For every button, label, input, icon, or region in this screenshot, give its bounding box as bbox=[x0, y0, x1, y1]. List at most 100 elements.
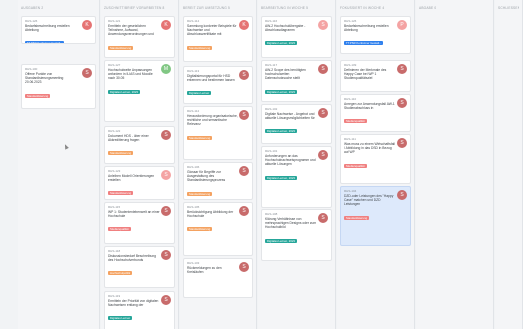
card-tag: Standardisierung bbox=[187, 45, 213, 50]
card-title: Was muss zu einem Wirtschaftsfall / Abbi… bbox=[344, 142, 395, 155]
card-icons bbox=[25, 37, 35, 41]
card-icons bbox=[265, 137, 275, 141]
avatar[interactable]: S bbox=[318, 213, 328, 223]
task-card[interactable]: RHS-109 Definieren der Merkmale des Happy… bbox=[340, 60, 411, 92]
avatar[interactable]: S bbox=[318, 20, 328, 30]
card-tag: Digitales Lernen, 2023 bbox=[108, 89, 140, 94]
task-card[interactable]: RHS-108 Klärung Verhältnisse von mehrspra… bbox=[261, 209, 332, 261]
task-card[interactable]: RHS-101 Anforderungen an das Hochschulnac… bbox=[261, 146, 332, 208]
task-card[interactable]: RHS-126 Bedarfsbeschreibung erstellen Abt… bbox=[340, 16, 411, 54]
card-tag: Digitales Lernen bbox=[187, 91, 212, 96]
task-card[interactable]: RHS-117 AW-2 Scope des benötigten hochsch… bbox=[261, 60, 332, 102]
task-card[interactable]: RHS-122 Dokument HDS - über einer Akkredi… bbox=[104, 126, 175, 164]
card-tag: Studienqualität bbox=[344, 119, 367, 124]
avatar[interactable]: S bbox=[239, 206, 249, 216]
task-card[interactable]: RHS-114 Sammlung konkreter Beispiele für … bbox=[183, 16, 253, 62]
column-header[interactable]: Fokussiert in Woche 4 bbox=[340, 3, 411, 13]
task-card[interactable]: RHS-105 Berücksichtigung Abbildung der Ho… bbox=[183, 202, 253, 256]
card-title: Herausforderung organisatorische, rechtl… bbox=[187, 114, 238, 127]
card-title: Digitale Nachweise - Angebot und aktuell… bbox=[265, 112, 315, 121]
card-title: Berücksichtigung Abbildung der Hochschul… bbox=[187, 210, 234, 219]
task-card[interactable]: RHS-115 WP 1: Studentenlebenwelt an einer… bbox=[104, 202, 175, 244]
task-card[interactable]: RHS-103 Rückmeldungen zu den Kreisläufen S bbox=[183, 258, 253, 298]
avatar[interactable]: S bbox=[239, 262, 249, 272]
task-card[interactable]: RHS-106 Glossar für Begriffe zur Ausgesta… bbox=[183, 162, 253, 200]
card-icons bbox=[108, 193, 118, 197]
column: Zuschnitt/Brief Vorarbeiten 8 RHS-121 Ermi… bbox=[101, 0, 179, 329]
avatar[interactable]: K bbox=[82, 20, 92, 30]
avatar[interactable]: S bbox=[318, 150, 328, 160]
avatar[interactable]: S bbox=[397, 64, 407, 74]
task-card[interactable]: RHS-111 Was muss zu einem Wirtschaftsfall… bbox=[340, 134, 411, 184]
card-icons bbox=[108, 281, 118, 285]
avatar[interactable]: S bbox=[161, 206, 171, 216]
task-card[interactable]: RHS-127 Hochschulweite Anpassungen anford… bbox=[104, 60, 175, 122]
card-title: Bedarfsbeschreibung erstellen Abteilung bbox=[344, 24, 389, 33]
avatar[interactable]: K bbox=[161, 20, 171, 30]
column: Bereit zur Umsetzung 5 RHS-114 Sammlung ko… bbox=[180, 0, 257, 329]
card-tag: Hochschulpolitik bbox=[108, 271, 133, 276]
card-icons bbox=[344, 47, 354, 51]
card-title: Bedarfsbeschreibung erstellen Abteilung bbox=[25, 24, 70, 33]
card-tag: Standardisierung bbox=[108, 45, 134, 50]
card-icons bbox=[344, 239, 354, 243]
column: Bearbeitung in Woche 5 RHS-116 AW-2 Hochsc… bbox=[258, 0, 336, 329]
card-icons bbox=[344, 85, 354, 89]
card-title: Glossar für Begriffe zur Ausgestaltung d… bbox=[187, 170, 226, 183]
task-card[interactable]: RHS-110 Anregen zur Anwendungsfall AW-1 S… bbox=[340, 94, 411, 132]
avatar[interactable]: S bbox=[82, 68, 92, 78]
avatar[interactable]: S bbox=[161, 250, 171, 260]
column-header[interactable]: Abgabe 0 bbox=[419, 3, 490, 13]
task-card[interactable]: RHS-123 Anleihen Modell Orientierungen er… bbox=[104, 166, 175, 200]
card-tag: Digitales Lernen, 2023 bbox=[265, 89, 297, 94]
task-card[interactable]: RHS-113 Digitalisierungsportal für HSD er… bbox=[183, 66, 253, 104]
card-title: Hochschulweite Anpassungen anfordern in … bbox=[108, 68, 153, 81]
avatar[interactable]: P bbox=[397, 20, 407, 30]
avatar[interactable]: S bbox=[318, 64, 328, 74]
task-card[interactable]: RHS-102 Digitale Nachweise - Angebot und … bbox=[261, 104, 332, 144]
task-card[interactable]: RHS-104 DZD-oder Leistungen des "Happy Ca… bbox=[340, 186, 411, 246]
card-icons bbox=[25, 102, 35, 106]
avatar[interactable]: S bbox=[397, 138, 407, 148]
avatar[interactable]: S bbox=[161, 170, 171, 180]
avatar[interactable]: S bbox=[397, 98, 407, 108]
card-tag: Standardisierung bbox=[344, 215, 370, 220]
column: Fokussiert in Woche 4 RHS-126 Bedarfsbesch… bbox=[337, 0, 415, 329]
avatar[interactable]: S bbox=[161, 295, 171, 305]
card-tag: Digitales Lernen, 2023 bbox=[265, 129, 297, 134]
task-card[interactable]: RHS-100 Offene Punkte von Standardisierun… bbox=[21, 64, 96, 109]
card-icons bbox=[344, 125, 354, 129]
column-header[interactable]: Ausgaben 2 bbox=[21, 3, 96, 13]
card-title: AW-2 Scope des benötigten hochschulweite… bbox=[265, 68, 306, 81]
column-header[interactable]: Schließen bbox=[498, 3, 519, 13]
task-card[interactable]: RHS-119 Ermitteln der Priorität von digit… bbox=[104, 291, 175, 329]
avatar[interactable]: S bbox=[239, 110, 249, 120]
avatar[interactable]: S bbox=[397, 190, 407, 200]
avatar[interactable]: S bbox=[318, 108, 328, 118]
task-card[interactable]: RHS-118 Diskussionsbedarf Beschreibung de… bbox=[104, 246, 175, 288]
card-icons bbox=[108, 115, 118, 119]
column: Abgabe 0 bbox=[416, 0, 494, 329]
avatar[interactable]: S bbox=[239, 70, 249, 80]
column-header[interactable]: Bereit zur Umsetzung 5 bbox=[183, 3, 253, 13]
card-icons bbox=[187, 249, 197, 253]
task-card[interactable]: RHS-112 Herausforderung organisatorische,… bbox=[183, 106, 253, 160]
column: Ausgaben 2 RHS-126 Bedarfsbeschreibung ers… bbox=[18, 0, 100, 329]
avatar[interactable]: M bbox=[161, 64, 171, 74]
avatar[interactable]: S bbox=[239, 166, 249, 176]
card-tag: Studienqualität bbox=[108, 227, 131, 232]
card-tag: Studienqualität bbox=[344, 163, 367, 168]
column-header[interactable]: Bearbeitung in Woche 5 bbox=[261, 3, 332, 13]
column-header[interactable]: Zuschnitt/Brief Vorarbeiten 8 bbox=[104, 3, 175, 13]
card-icons bbox=[344, 177, 354, 181]
task-card[interactable]: RHS-121 Ermitteln der gesetzlichen Teilna… bbox=[104, 16, 175, 58]
card-tag: Standardisierung bbox=[25, 93, 51, 98]
avatar[interactable]: K bbox=[239, 20, 249, 30]
task-card[interactable]: RHS-116 AW-2 Hochschulübergabe - Abschlus… bbox=[261, 16, 332, 58]
card-icons bbox=[187, 97, 197, 101]
avatar[interactable]: S bbox=[161, 130, 171, 140]
card-tag: Standardisierung bbox=[187, 135, 213, 140]
card-icons bbox=[187, 153, 197, 157]
task-card[interactable]: RHS-126 Bedarfsbeschreibung erstellen Abt… bbox=[21, 16, 96, 44]
card-tag: Digitales Lernen bbox=[108, 316, 133, 321]
